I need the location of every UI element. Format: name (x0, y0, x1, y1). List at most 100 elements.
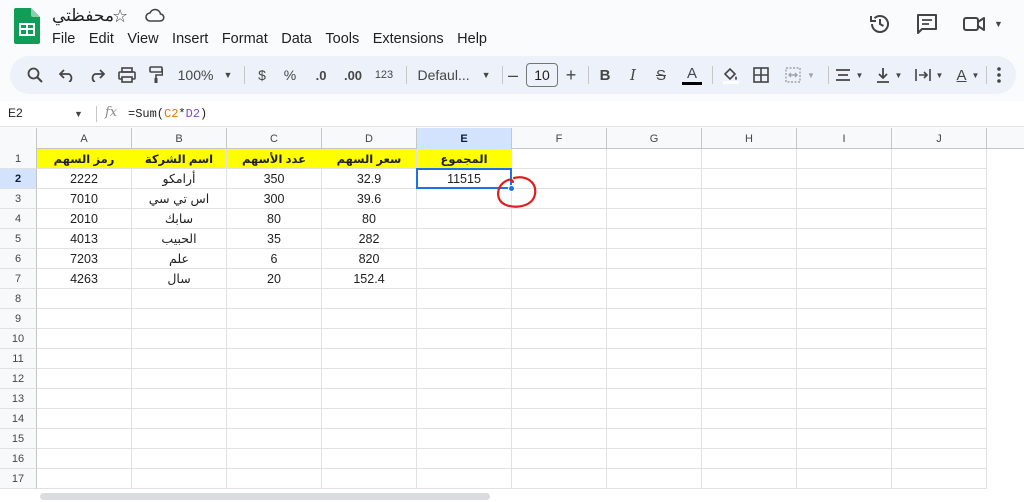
cell-j5[interactable] (892, 229, 987, 249)
print-icon[interactable] (114, 56, 140, 94)
name-box[interactable]: E2 (8, 106, 23, 120)
cell-h2[interactable] (702, 169, 797, 189)
cell-a15[interactable] (37, 429, 132, 449)
cell-j11[interactable] (892, 349, 987, 369)
cell-a5[interactable]: 4013 (37, 229, 132, 249)
column-header-f[interactable]: F (512, 128, 607, 149)
cell-h16[interactable] (702, 449, 797, 469)
cell-g8[interactable] (607, 289, 702, 309)
vertical-align-icon[interactable]: ▼ (870, 56, 908, 94)
cell-h15[interactable] (702, 429, 797, 449)
chevron-down-icon[interactable]: ▼ (74, 109, 83, 119)
cell-e8[interactable] (417, 289, 512, 309)
cell-h7[interactable] (702, 269, 797, 289)
cell-e17[interactable] (417, 469, 512, 489)
cell-h13[interactable] (702, 389, 797, 409)
cell-a4[interactable]: 2010 (37, 209, 132, 229)
cell-h11[interactable] (702, 349, 797, 369)
cell-b4[interactable]: سابك (132, 209, 227, 229)
cell-b12[interactable] (132, 369, 227, 389)
cell-j1[interactable] (892, 149, 987, 169)
fill-color-icon[interactable] (718, 56, 744, 94)
cell-a11[interactable] (37, 349, 132, 369)
cell-d7[interactable]: 152.4 (322, 269, 417, 289)
column-header-a[interactable]: A (37, 128, 132, 149)
cell-c8[interactable] (227, 289, 322, 309)
cell-f4[interactable] (512, 209, 607, 229)
cell-i9[interactable] (797, 309, 892, 329)
row-header-2[interactable]: 2 (0, 169, 37, 189)
cell-e11[interactable] (417, 349, 512, 369)
cell-a10[interactable] (37, 329, 132, 349)
cell-j8[interactable] (892, 289, 987, 309)
horizontal-scrollbar-thumb[interactable] (40, 493, 490, 500)
more-icon[interactable] (988, 56, 1010, 94)
cell-h12[interactable] (702, 369, 797, 389)
cell-c9[interactable] (227, 309, 322, 329)
cell-f10[interactable] (512, 329, 607, 349)
cell-c12[interactable] (227, 369, 322, 389)
more-formats-button[interactable]: 123 (370, 56, 398, 94)
cell-a3[interactable]: 7010 (37, 189, 132, 209)
cell-a8[interactable] (37, 289, 132, 309)
cell-e16[interactable] (417, 449, 512, 469)
zoom-dropdown[interactable]: 100% ▼ (174, 56, 236, 94)
increase-font-size-button[interactable]: + (562, 56, 580, 94)
cell-e5[interactable] (417, 229, 512, 249)
cell-h6[interactable] (702, 249, 797, 269)
cell-d11[interactable] (322, 349, 417, 369)
column-header-i[interactable]: I (797, 128, 892, 149)
strikethrough-button[interactable]: S (650, 56, 672, 94)
cell-g9[interactable] (607, 309, 702, 329)
cell-f12[interactable] (512, 369, 607, 389)
cell-e4[interactable] (417, 209, 512, 229)
undo-icon[interactable] (54, 56, 80, 94)
cell-b8[interactable] (132, 289, 227, 309)
cell-f8[interactable] (512, 289, 607, 309)
text-wrap-icon[interactable]: ▼ (910, 56, 948, 94)
cell-h9[interactable] (702, 309, 797, 329)
cell-b14[interactable] (132, 409, 227, 429)
cell-d5[interactable]: 282 (322, 229, 417, 249)
cell-d8[interactable] (322, 289, 417, 309)
cell-d2[interactable]: 32.9 (322, 169, 417, 189)
cell-c2[interactable]: 350 (227, 169, 322, 189)
cell-g15[interactable] (607, 429, 702, 449)
text-color-button[interactable]: A (680, 56, 704, 94)
cell-c11[interactable] (227, 349, 322, 369)
cell-i6[interactable] (797, 249, 892, 269)
row-header-13[interactable]: 13 (0, 389, 37, 409)
menu-tools[interactable]: Tools (325, 30, 366, 48)
decrease-font-size-button[interactable]: – (504, 56, 522, 94)
cell-j2[interactable] (892, 169, 987, 189)
cell-i12[interactable] (797, 369, 892, 389)
cell-g4[interactable] (607, 209, 702, 229)
cell-e12[interactable] (417, 369, 512, 389)
cell-b5[interactable]: الحبيب (132, 229, 227, 249)
cell-c4[interactable]: 80 (227, 209, 322, 229)
cell-g13[interactable] (607, 389, 702, 409)
cell-b16[interactable] (132, 449, 227, 469)
cell-f1[interactable] (512, 149, 607, 169)
cell-b6[interactable]: علم (132, 249, 227, 269)
cell-h8[interactable] (702, 289, 797, 309)
cell-c13[interactable] (227, 389, 322, 409)
cell-i10[interactable] (797, 329, 892, 349)
cell-b1[interactable]: اسم الشركة (132, 149, 227, 169)
cell-j15[interactable] (892, 429, 987, 449)
cell-c15[interactable] (227, 429, 322, 449)
cell-i7[interactable] (797, 269, 892, 289)
cell-g7[interactable] (607, 269, 702, 289)
column-header-b[interactable]: B (132, 128, 227, 149)
paint-format-icon[interactable] (144, 56, 168, 94)
cell-f13[interactable] (512, 389, 607, 409)
cell-b13[interactable] (132, 389, 227, 409)
cell-f16[interactable] (512, 449, 607, 469)
cell-d13[interactable] (322, 389, 417, 409)
cell-c14[interactable] (227, 409, 322, 429)
cell-i11[interactable] (797, 349, 892, 369)
cell-b2[interactable]: أرامكو (132, 169, 227, 189)
align-icon[interactable]: ▼ (830, 56, 868, 94)
cell-c6[interactable]: 6 (227, 249, 322, 269)
cell-h4[interactable] (702, 209, 797, 229)
